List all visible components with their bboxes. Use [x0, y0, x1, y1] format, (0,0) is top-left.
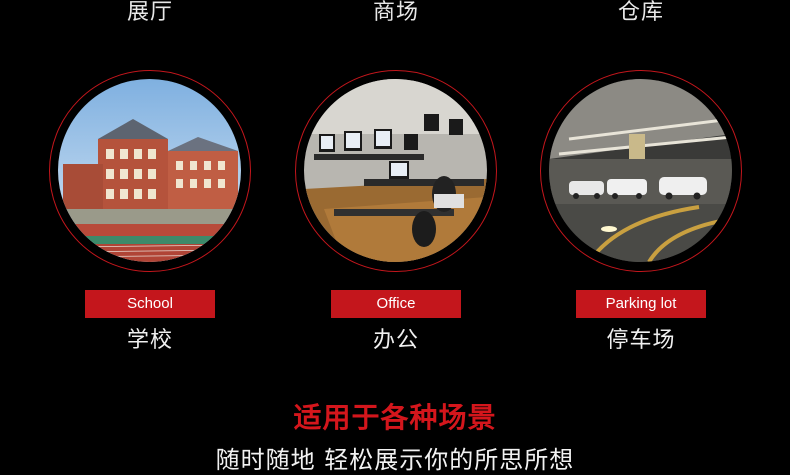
parking-badge: Parking lot	[576, 290, 706, 318]
top-label-warehouse: 仓库	[617, 0, 664, 25]
subline: 随时随地 轻松展示你的所思所想	[215, 446, 575, 474]
office-image	[304, 79, 487, 262]
office-label: 办公	[372, 328, 419, 353]
top-label-mall: 商场	[372, 0, 419, 25]
school-image	[58, 79, 241, 262]
top-label-showroom: 展厅	[126, 0, 173, 25]
school-label: 学校	[126, 328, 173, 353]
parking-image: B	[549, 79, 732, 262]
office-image-ring	[295, 70, 497, 272]
school-badge: School	[85, 290, 215, 318]
parking-image-ring: B	[540, 70, 742, 272]
office-badge: Office	[331, 290, 461, 318]
headline: 适用于各种场景	[293, 401, 497, 434]
parking-label: 停车场	[606, 328, 676, 353]
school-image-ring	[49, 70, 251, 272]
